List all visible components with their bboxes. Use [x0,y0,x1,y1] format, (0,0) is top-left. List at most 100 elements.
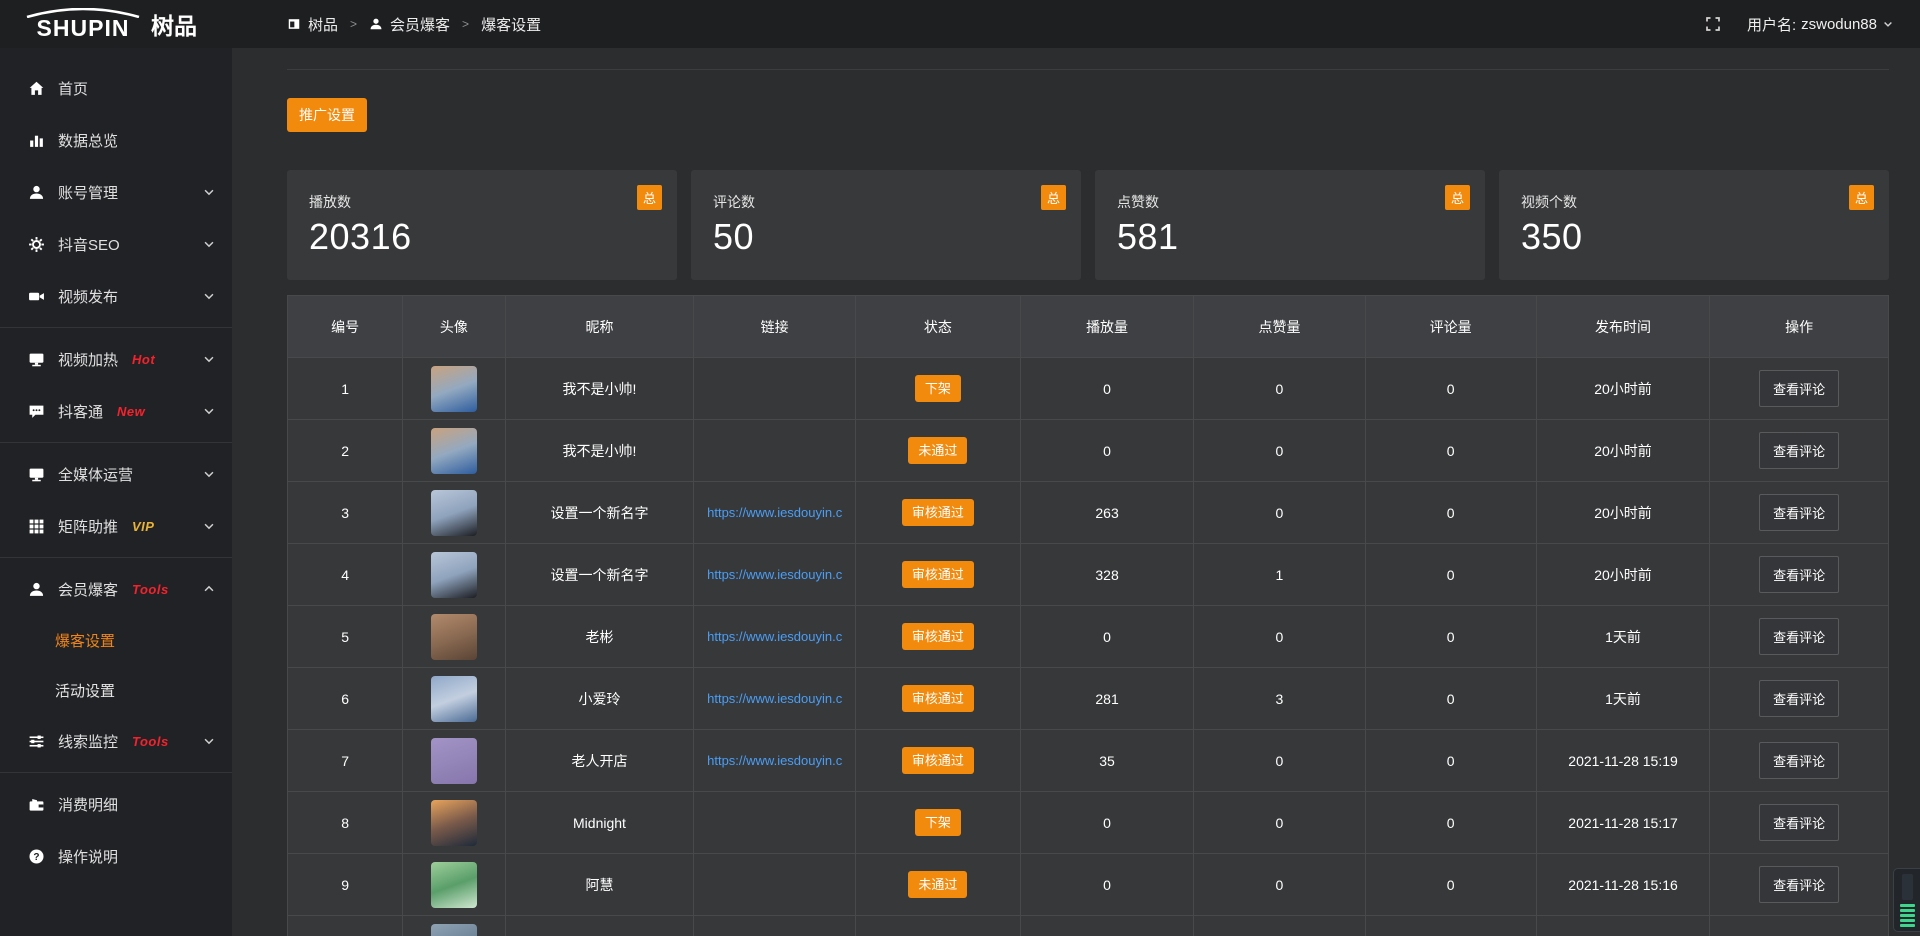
sidebar-item-home[interactable]: 首页 [0,62,232,114]
video-icon [28,288,45,305]
user-icon [369,17,383,31]
stat-card-value: 581 [1117,216,1465,258]
cell-likes: 0 [1194,358,1365,420]
cell-action: 查看评论 [1710,668,1888,730]
breadcrumb-label: 爆客设置 [481,14,541,35]
cell-likes [1194,916,1365,936]
sidebar-item-label: 抖客通 [58,401,103,422]
view-comments-button[interactable]: 查看评论 [1759,370,1839,407]
column-header: 评论量 [1366,296,1537,358]
grid-icon [28,518,45,535]
view-comments-button[interactable]: 查看评论 [1759,866,1839,903]
cell-comments: 0 [1366,854,1537,916]
cell-avatar [403,854,505,916]
chevron-down-icon [202,404,216,418]
gear-icon [28,236,45,253]
breadcrumb-separator: > [462,17,469,31]
sidebar-item-data-overview[interactable]: 数据总览 [0,114,232,166]
home-icon [28,80,45,97]
avatar [431,862,477,908]
cell-nickname: 设置一个新名字 [506,482,695,544]
breadcrumb-item-member[interactable]: 会员爆客 [369,14,450,35]
cell-nickname: 我不是小帅! [506,358,695,420]
sidebar-item-account-manage[interactable]: 账号管理 [0,166,232,218]
cell-nickname: 我不是小帅! [506,420,695,482]
sidebar-item-clue-monitor[interactable]: 线索监控Tools [0,715,232,767]
cell-plays [1021,916,1195,936]
cell-action: 查看评论 [1710,792,1888,854]
view-comments-button[interactable]: 查看评论 [1759,618,1839,655]
breadcrumb-separator: > [350,17,357,31]
video-link[interactable]: https://www.iesdouyin.c [703,753,846,768]
avatar [431,366,477,412]
sidebar-item-video-heat[interactable]: 视频加热Hot [0,333,232,385]
sidebar-item-label: 操作说明 [58,846,118,867]
sidebar-item-tag: New [117,404,145,419]
sidebar-item-video-publish[interactable]: 视频发布 [0,270,232,322]
avatar [431,800,477,846]
avatar [431,738,477,784]
cell-plays: 328 [1021,544,1195,606]
sidebar-item-consume-detail[interactable]: 消费明细 [0,778,232,830]
sidebar-menu: 首页数据总览账号管理抖音SEO 视频发布视频加热Hot 抖客通 New 全媒体运营矩阵助… [0,48,232,882]
sidebar-subitem-baoke-settings[interactable]: 爆客设置 [0,615,232,665]
cell-number: 1 [288,358,403,420]
promo-settings-button[interactable]: 推广设置 [287,98,367,132]
status-badge: 审核通过 [902,623,974,650]
chart-icon [28,132,45,149]
view-comments-button[interactable]: 查看评论 [1759,680,1839,717]
floating-helper-widget[interactable] [1893,868,1920,932]
stat-card-videos: 视频个数 350 总 [1499,170,1889,280]
cell-link [694,358,856,420]
breadcrumb-item-home[interactable]: 树品 [287,14,338,35]
fullscreen-icon[interactable] [1705,16,1721,32]
column-header: 播放量 [1021,296,1195,358]
cell-comments [1366,916,1537,936]
column-header: 点赞量 [1194,296,1365,358]
sidebar-item-label: 会员爆客 [58,579,118,600]
menu-divider [0,327,232,328]
view-comments-button[interactable]: 查看评论 [1759,742,1839,779]
floating-widget-track [1902,874,1913,900]
cell-status: 未通过 [856,420,1021,482]
avatar [431,428,477,474]
sidebar-subitem-activity-settings[interactable]: 活动设置 [0,665,232,715]
cell-plays: 0 [1021,420,1195,482]
status-badge: 审核通过 [902,685,974,712]
sidebar-item-label: 线索监控 [58,731,118,752]
sidebar-item-matrix-boost[interactable]: 矩阵助推VIP [0,500,232,552]
cell-number: 3 [288,482,403,544]
sidebar-item-member-baoke[interactable]: 会员爆客Tools [0,563,232,615]
cell-avatar [403,482,505,544]
stat-card-label: 点赞数 [1117,192,1465,212]
user-menu[interactable]: 用户名: zswodun88 [1747,14,1894,35]
chevron-down-icon [202,237,216,251]
logo-brand-text: SHUPIN [37,17,130,40]
sidebar-item-media-operation[interactable]: 全媒体运营 [0,448,232,500]
sidebar-item-tag: VIP [132,519,154,534]
view-comments-button[interactable]: 查看评论 [1759,432,1839,469]
sidebar-item-douyin-seo[interactable]: 抖音SEO [0,218,232,270]
view-comments-button[interactable]: 查看评论 [1759,494,1839,531]
view-comments-button[interactable]: 查看评论 [1759,804,1839,841]
chevron-down-icon [202,185,216,199]
video-link[interactable]: https://www.iesdouyin.c [703,629,846,644]
username-prefix: 用户名: [1747,14,1796,35]
cell-nickname: 小爱玲 [506,668,695,730]
sliders-icon [28,733,45,750]
chevron-down-icon [202,467,216,481]
sidebar-item-douketong[interactable]: 抖客通 New [0,385,232,437]
comment-icon [28,403,45,420]
sidebar-item-label: 抖音SEO [58,234,120,255]
cell-link [694,420,856,482]
video-link[interactable]: https://www.iesdouyin.c [703,505,846,520]
cell-comments: 0 [1366,358,1537,420]
sidebar-item-operation-guide[interactable]: ?操作说明 [0,830,232,882]
sidebar-item-label: 首页 [58,78,88,99]
total-badge: 总 [637,185,662,210]
cell-nickname: 阿慧 [506,854,695,916]
video-link[interactable]: https://www.iesdouyin.c [703,691,846,706]
content: 推广设置 播放数 20316 总 评论数 50 总 点赞数 581 总 [232,48,1920,936]
view-comments-button[interactable]: 查看评论 [1759,556,1839,593]
video-link[interactable]: https://www.iesdouyin.c [703,567,846,582]
